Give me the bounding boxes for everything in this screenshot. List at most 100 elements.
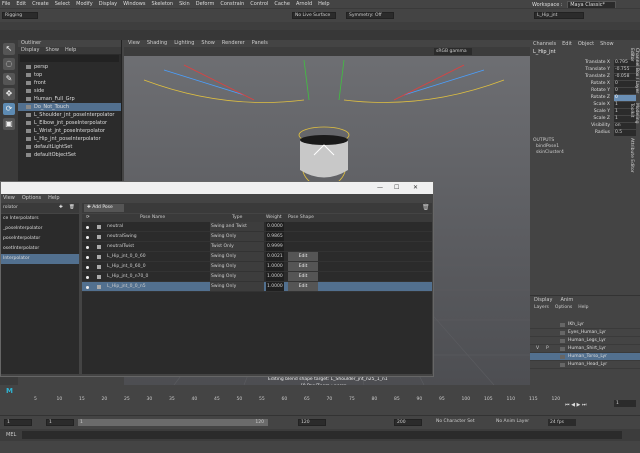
- playback-end-field[interactable]: 120: [298, 419, 326, 426]
- attribute-row[interactable]: Scale Z1: [530, 116, 640, 123]
- attribute-row[interactable]: Rotate Y0: [530, 88, 640, 95]
- layer-row[interactable]: V P Human_Shirt_Lyr: [530, 345, 640, 353]
- pose-row[interactable]: L_Hip_jnt_0_0_60 Swing Only 0.0021 Edit: [82, 252, 432, 262]
- pose-enabled-icon[interactable]: [86, 276, 89, 279]
- vp-menu-renderer[interactable]: Renderer: [222, 40, 245, 47]
- vp-menu-show[interactable]: Show: [201, 40, 215, 47]
- side-tab-attribute-editor[interactable]: Attribute Editor: [629, 138, 634, 173]
- name-field[interactable]: L_Hip_jnt: [534, 12, 584, 19]
- interpolator-item[interactable]: _poseInterpolator: [1, 224, 79, 234]
- add-pose-button[interactable]: ✚ Add Pose: [84, 204, 124, 212]
- layer-row[interactable]: Human_Legs_Lyr: [530, 337, 640, 345]
- viewport-toolbar[interactable]: sRGB gamma: [124, 47, 530, 56]
- attribute-name[interactable]: Scale X: [593, 102, 610, 107]
- outliner-item[interactable]: L_Shoulder_jnt_poseInterpolator: [18, 111, 121, 119]
- layer-color-swatch[interactable]: [560, 363, 565, 367]
- menu-modify[interactable]: Modify: [76, 1, 93, 7]
- attribute-name[interactable]: Translate X: [585, 60, 610, 65]
- channel-box-object-name[interactable]: L_Hip_jnt: [530, 48, 640, 56]
- menu-file[interactable]: File: [2, 1, 10, 7]
- layer-row[interactable]: Human_Head_Lyr: [530, 361, 640, 369]
- select-tool-icon[interactable]: ↖: [3, 43, 15, 55]
- shelf-tabs[interactable]: [0, 22, 640, 30]
- character-set-dropdown[interactable]: No Character Set: [436, 419, 475, 424]
- vp-menu-shading[interactable]: Shading: [147, 40, 167, 47]
- pose-enabled-icon[interactable]: [86, 266, 89, 269]
- attribute-row[interactable]: Translate Y -0.755: [530, 67, 640, 74]
- attribute-row[interactable]: Scale Y1: [530, 109, 640, 116]
- menu-cache[interactable]: Cache: [274, 1, 290, 7]
- outliner-menu-display[interactable]: Display: [21, 47, 39, 54]
- attribute-name[interactable]: Translate Y: [585, 67, 610, 72]
- pose-type-dropdown[interactable]: Twist Only: [210, 242, 264, 251]
- outliner-item[interactable]: Do_Not_Touch: [18, 103, 121, 111]
- pose-name[interactable]: L_Hip_jnt_0_60_0: [107, 262, 146, 272]
- menu-control[interactable]: Control: [250, 1, 268, 7]
- pose-name[interactable]: L_Hip_jnt_0_n70_0: [107, 272, 148, 282]
- layer-color-swatch[interactable]: [560, 339, 565, 343]
- interpolator-item[interactable]: ce Interpolators: [1, 214, 79, 224]
- symmetry-dropdown[interactable]: Symmetry: Off: [346, 12, 394, 19]
- pose-type-dropdown[interactable]: Swing Only: [210, 282, 264, 291]
- pose-row[interactable]: L_Hip_jnt_0_60_0 Swing Only 1.0000 Edit: [82, 262, 432, 272]
- add-interpolator-icon[interactable]: ✚: [59, 203, 63, 213]
- outliner-item[interactable]: side: [18, 87, 121, 95]
- cb-menu-object[interactable]: Object: [578, 40, 594, 48]
- tab-display[interactable]: Display: [534, 296, 552, 304]
- attribute-name[interactable]: Visibility: [591, 123, 610, 128]
- menu-edit[interactable]: Edit: [16, 1, 26, 7]
- outliner-menu-show[interactable]: Show: [45, 47, 59, 54]
- pose-type-dropdown[interactable]: Swing Only: [210, 262, 264, 271]
- interpolator-item[interactable]: poseInterpolator: [1, 234, 79, 244]
- pose-enabled-icon[interactable]: [86, 246, 89, 249]
- pose-menu-options[interactable]: Options: [22, 194, 41, 202]
- edit-pose-shape-button[interactable]: Edit: [288, 272, 318, 281]
- outliner-item[interactable]: defaultObjectSet: [18, 151, 121, 159]
- outliner-item[interactable]: L_Hip_jnt_poseInterpolator: [18, 135, 121, 143]
- delete-pose-icon[interactable]: 🗑: [422, 204, 430, 211]
- tab-anim[interactable]: Anim: [560, 296, 573, 304]
- attribute-row[interactable]: Rotate X0: [530, 81, 640, 88]
- range-slider[interactable]: 1 120: [78, 419, 268, 426]
- command-input[interactable]: [22, 431, 622, 439]
- layer-row[interactable]: IKh_Lyr: [530, 321, 640, 329]
- colorspace-dropdown[interactable]: sRGB gamma: [434, 48, 472, 55]
- pose-enabled-icon[interactable]: [86, 226, 89, 229]
- col-weight[interactable]: Weight: [266, 214, 282, 222]
- menu-skin[interactable]: Skin: [179, 1, 190, 7]
- end-time-field[interactable]: 200: [394, 419, 422, 426]
- menu-select[interactable]: Select: [55, 1, 70, 7]
- output-node[interactable]: skinCluster4: [533, 150, 564, 156]
- time-slider[interactable]: M 5 10 15 20 25 30 35 40 45 50 55 60 65 70 75 80 85 90 95 1…: [0, 385, 640, 415]
- layer-color-swatch[interactable]: [560, 347, 565, 351]
- menu-help[interactable]: Help: [318, 1, 329, 7]
- menu-display[interactable]: Display: [99, 1, 117, 7]
- attribute-name[interactable]: Rotate Y: [591, 88, 610, 93]
- pose-type-dropdown[interactable]: Swing Only: [210, 252, 264, 261]
- layer-menu-layers[interactable]: Layers: [534, 304, 549, 311]
- attribute-row[interactable]: Rotate Z0: [530, 95, 640, 102]
- cb-menu-edit[interactable]: Edit: [562, 40, 572, 48]
- start-time-field[interactable]: 1: [4, 419, 32, 426]
- delete-interpolator-icon[interactable]: 🗑: [69, 203, 75, 213]
- vp-menu-lighting[interactable]: Lighting: [174, 40, 194, 47]
- outliner-item[interactable]: persp: [18, 63, 121, 71]
- pose-name[interactable]: L_Hip_jnt_0_0_n5: [107, 282, 146, 292]
- pose-row[interactable]: L_Hip_jnt_0_0_n5 Swing Only 1.0000 Edit: [82, 282, 432, 292]
- menu-skeleton[interactable]: Skeleton: [151, 1, 173, 7]
- live-surface-field[interactable]: No Live Surface: [292, 12, 336, 19]
- interpolator-item[interactable]: osetInterpolator: [1, 244, 79, 254]
- pose-type-dropdown[interactable]: Swing Only: [210, 232, 264, 241]
- attribute-row[interactable]: Radius 0.5: [530, 130, 640, 137]
- pose-editor-titlebar[interactable]: — ☐ ✕: [1, 182, 433, 194]
- col-pose-shape[interactable]: Pose Shape: [288, 214, 314, 222]
- pose-row[interactable]: neutralSwing Swing Only 0.9865: [82, 232, 432, 242]
- layer-color-swatch[interactable]: [560, 355, 565, 359]
- attribute-row[interactable]: Translate X 0.795: [530, 60, 640, 67]
- attribute-row[interactable]: Visibility on: [530, 123, 640, 130]
- lasso-tool-icon[interactable]: ◌: [3, 58, 15, 70]
- attribute-name[interactable]: Radius: [595, 130, 610, 135]
- col-pose-name[interactable]: Pose Name: [140, 214, 165, 222]
- attribute-row[interactable]: Translate Z -0.058: [530, 74, 640, 81]
- pose-name[interactable]: neutralSwing: [107, 232, 137, 242]
